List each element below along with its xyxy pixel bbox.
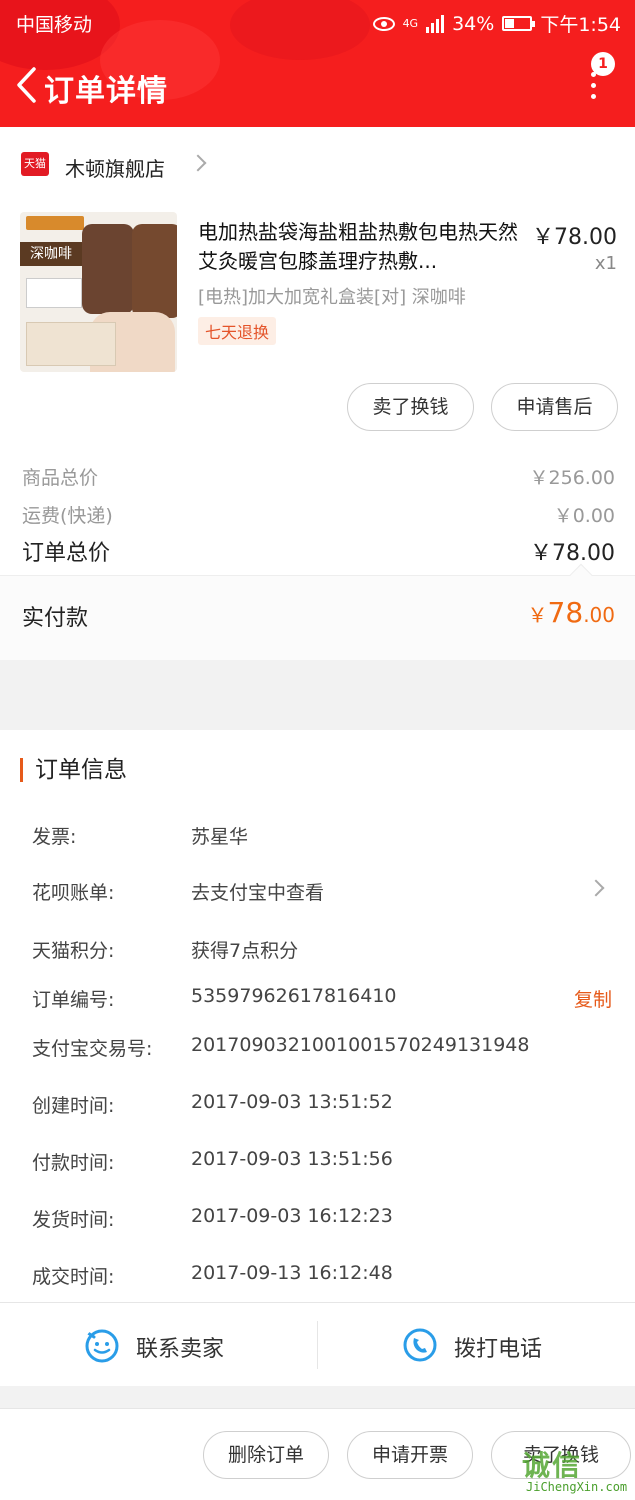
info-value: 去支付宝中查看 — [191, 882, 325, 904]
carrier-label: 中国移动 — [16, 14, 93, 36]
info-value: 2017-09-13 16:12:48 — [191, 1262, 393, 1284]
delete-order-button[interactable]: 删除订单 — [203, 1431, 329, 1479]
watermark-mark: 诚信 — [522, 1449, 583, 1482]
chat-icon — [85, 1329, 119, 1363]
chevron-right-icon — [587, 879, 605, 897]
order-card: 天猫 木顿旗舰店 深咖啡 电加热盐袋海盐粗盐热敷包电热天然艾灸暖宫包膝盖理疗热敷… — [0, 127, 635, 660]
info-key: 订单编号: — [32, 989, 115, 1011]
paid-decimal: .00 — [583, 603, 615, 627]
shipping-label: 运费(快递) — [22, 505, 113, 527]
info-key: 天猫积分: — [32, 940, 115, 962]
call-label: 拨打电话 — [454, 1337, 543, 1362]
contact-seller-button[interactable]: 联系卖家 — [0, 1303, 317, 1387]
order-info-heading: 订单信息 — [20, 758, 127, 782]
product-image: 深咖啡 — [20, 212, 177, 372]
contact-bar: 联系卖家 拨打电话 — [0, 1302, 635, 1386]
product-shape — [82, 224, 134, 314]
goods-total-label: 商品总价 — [22, 467, 99, 489]
tmall-icon: 天猫 — [21, 152, 49, 176]
info-value: 2017-09-03 13:51:56 — [191, 1148, 393, 1170]
sell-button[interactable]: 卖了换钱 — [347, 383, 474, 431]
info-key: 支付宝交易号: — [32, 1038, 153, 1060]
contact-seller-label: 联系卖家 — [136, 1337, 225, 1362]
order-total-label: 订单总价 — [22, 541, 111, 566]
watermark-url: JiChengXin.com — [526, 1480, 628, 1494]
call-button[interactable]: 拨打电话 — [318, 1303, 635, 1387]
watermark: 诚信 JiChengXin.com — [512, 1440, 634, 1498]
product-shape — [132, 224, 177, 318]
product-item[interactable]: 深咖啡 电加热盐袋海盐粗盐热敷包电热天然艾灸暖宫包膝盖理疗热敷... ￥78.0… — [0, 203, 635, 383]
status-icons: 4G 34% 下午1:54 — [372, 10, 621, 37]
info-key: 花呗账单: — [32, 882, 115, 904]
product-shape — [26, 322, 116, 366]
paid-amount-box: 实付款 ￥78.00 — [0, 563, 635, 660]
more-icon[interactable] — [586, 72, 600, 102]
order-total-value: ￥78.00 — [530, 541, 615, 566]
order-info-section: 订单信息 发票: 苏星华 花呗账单: 去支付宝中查看 天猫积分: 获得7点积分 … — [0, 730, 635, 1302]
phone-icon — [403, 1328, 437, 1362]
order-total-row: 订单总价 ￥78.00 — [0, 531, 635, 571]
network-type: 4G — [402, 17, 419, 30]
shop-name: 木顿旗舰店 — [65, 157, 165, 181]
back-icon[interactable] — [14, 66, 40, 104]
return-policy-tag: 七天退换 — [198, 317, 277, 345]
shipping-value: ￥0.00 — [553, 505, 615, 527]
shop-row[interactable]: 天猫 木顿旗舰店 — [0, 127, 635, 203]
paid-value: ￥78.00 — [528, 596, 615, 629]
status-bar: 中国移动 4G 34% 下午1:54 — [0, 0, 635, 44]
page-title: 订单详情 — [44, 74, 168, 109]
info-value: 2017090321001001570249131948 — [191, 1034, 530, 1056]
product-title: 电加热盐袋海盐粗盐热敷包电热天然艾灸暖宫包膝盖理疗热敷... — [198, 220, 518, 273]
app-header: 中国移动 4G 34% 下午1:54 订单详情 1 — [0, 0, 635, 127]
product-shape — [26, 278, 82, 308]
paid-currency: ￥ — [527, 603, 548, 627]
info-value: 获得7点积分 — [191, 940, 299, 962]
brand-logo — [26, 216, 84, 230]
request-invoice-button[interactable]: 申请开票 — [347, 1431, 473, 1479]
image-color-tag: 深咖啡 — [20, 242, 82, 266]
product-price: ￥78.00 — [532, 225, 617, 250]
info-key: 创建时间: — [32, 1095, 115, 1117]
info-value: 2017-09-03 16:12:23 — [191, 1205, 393, 1227]
after-sale-button[interactable]: 申请售后 — [491, 383, 618, 431]
product-quantity: x1 — [594, 253, 617, 274]
info-key: 成交时间: — [32, 1266, 115, 1288]
copy-button[interactable]: 复制 — [574, 985, 612, 1012]
info-key: 发货时间: — [32, 1209, 115, 1231]
clock: 下午1:54 — [540, 14, 621, 36]
info-value: 苏星华 — [191, 826, 249, 848]
goods-total-value: ￥256.00 — [529, 467, 615, 489]
battery-icon — [502, 16, 536, 31]
eye-icon — [372, 16, 395, 31]
shipping-row: 运费(快递) ￥0.00 — [0, 493, 635, 531]
order-detail-page: 中国移动 4G 34% 下午1:54 订单详情 1 天猫 木顿旗舰店 深咖啡 电… — [0, 0, 635, 1500]
battery-percent: 34% — [452, 12, 495, 35]
item-action-row: 卖了换钱 申请售后 — [0, 383, 635, 453]
info-key: 发票: — [32, 826, 77, 848]
product-sku: [电热]加大加宽礼盒装[对] 深咖啡 — [198, 287, 466, 308]
chevron-right-icon — [189, 154, 207, 172]
info-key: 付款时间: — [32, 1152, 115, 1174]
info-value: 2017-09-03 13:51:52 — [191, 1091, 393, 1113]
notification-badge: 1 — [591, 52, 615, 76]
paid-integer: 78 — [547, 596, 584, 629]
paid-label: 实付款 — [22, 606, 89, 631]
info-value: 53597962617816410 — [191, 985, 397, 1007]
signal-icon — [426, 14, 445, 33]
goods-total-row: 商品总价 ￥256.00 — [0, 455, 635, 493]
